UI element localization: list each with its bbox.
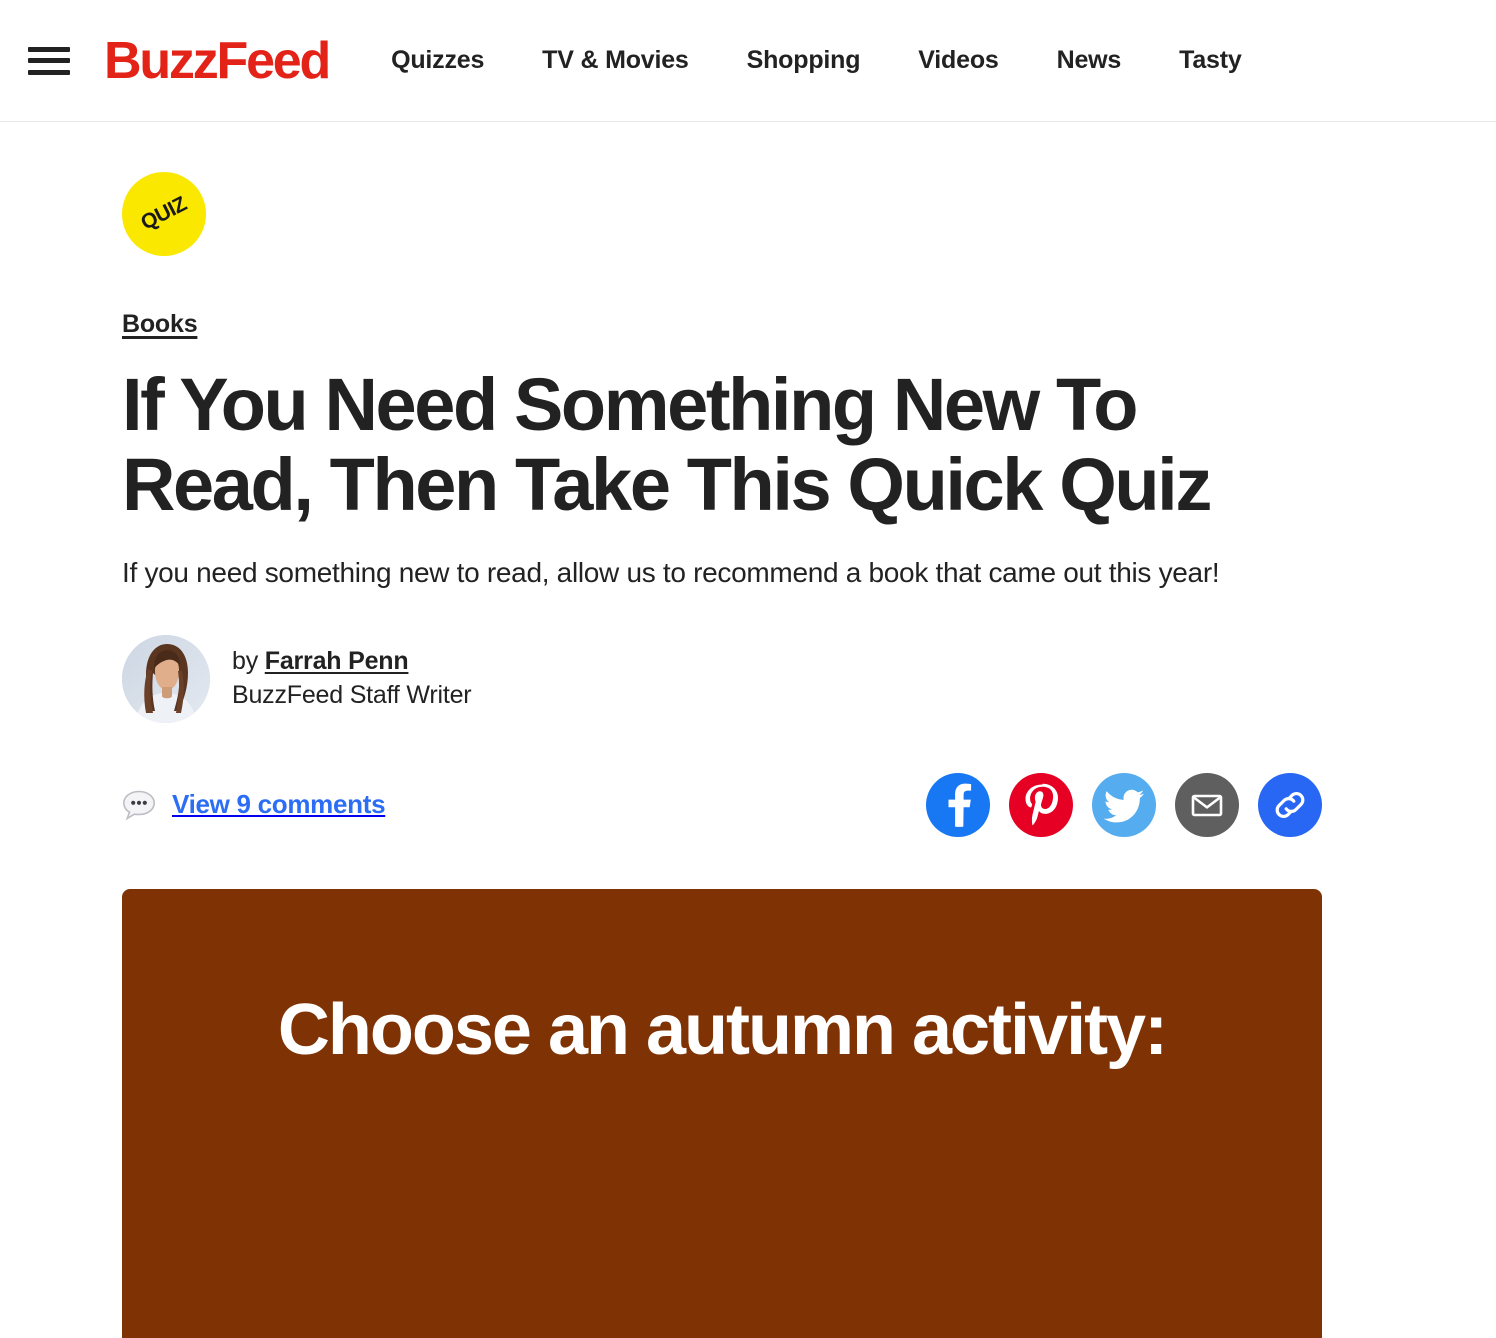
- author-link[interactable]: Farrah Penn: [265, 647, 409, 675]
- quiz-badge[interactable]: QUIZ: [122, 172, 206, 256]
- byline: by Farrah Penn BuzzFeed Staff Writer: [122, 634, 1496, 723]
- quiz-badge-label: QUIZ: [137, 192, 191, 235]
- byline-prefix: by: [232, 647, 265, 676]
- hamburger-menu-icon[interactable]: [28, 44, 70, 78]
- twitter-share-button[interactable]: [1092, 772, 1156, 837]
- email-share-button[interactable]: [1175, 772, 1239, 837]
- nav-item-videos[interactable]: Videos: [918, 46, 999, 75]
- author-role: BuzzFeed Staff Writer: [232, 681, 472, 710]
- view-comments-link[interactable]: View 9 comments: [122, 789, 386, 821]
- view-comments-label: View 9 comments: [172, 789, 386, 820]
- page-title: If You Need Something New To Read, Then …: [122, 363, 1212, 526]
- speech-bubble-icon: [122, 790, 156, 820]
- pinterest-icon: [1025, 783, 1058, 825]
- share-icons: [926, 772, 1322, 837]
- quiz-question-text: Choose an autumn activity:: [277, 989, 1168, 1070]
- site-header: BuzzFeed Quizzes TV & Movies Shopping Vi…: [0, 0, 1496, 122]
- facebook-share-button[interactable]: [926, 772, 990, 837]
- facebook-icon: [948, 783, 972, 827]
- category-link-books[interactable]: Books: [122, 310, 198, 339]
- buzzfeed-logo[interactable]: BuzzFeed: [104, 35, 331, 87]
- byline-text: by Farrah Penn BuzzFeed Staff Writer: [232, 645, 472, 712]
- avatar[interactable]: [122, 634, 210, 723]
- article-container: QUIZ Books If You Need Something New To …: [0, 172, 1496, 1338]
- hamburger-line: [28, 69, 70, 75]
- quiz-question-banner: Choose an autumn activity:: [122, 888, 1322, 1338]
- byline-author-row: by Farrah Penn: [232, 645, 471, 678]
- nav-item-shopping[interactable]: Shopping: [747, 46, 861, 75]
- hamburger-line: [28, 46, 70, 52]
- nav-item-tv-movies[interactable]: TV & Movies: [542, 46, 689, 75]
- pinterest-share-button[interactable]: [1009, 772, 1073, 837]
- twitter-icon: [1103, 789, 1144, 822]
- nav-item-quizzes[interactable]: Quizzes: [391, 46, 484, 75]
- article-description: If you need something new to read, allow…: [122, 556, 1220, 588]
- copy-link-button[interactable]: [1258, 772, 1322, 837]
- nav-item-tasty[interactable]: Tasty: [1179, 46, 1242, 75]
- main-navigation: Quizzes TV & Movies Shopping Videos News…: [391, 46, 1496, 75]
- avatar-image: [122, 634, 210, 723]
- actions-bar: View 9 comments: [122, 772, 1322, 837]
- nav-item-news[interactable]: News: [1057, 46, 1122, 75]
- envelope-icon: [1191, 794, 1223, 816]
- link-icon: [1275, 791, 1305, 818]
- hamburger-line: [28, 58, 70, 63]
